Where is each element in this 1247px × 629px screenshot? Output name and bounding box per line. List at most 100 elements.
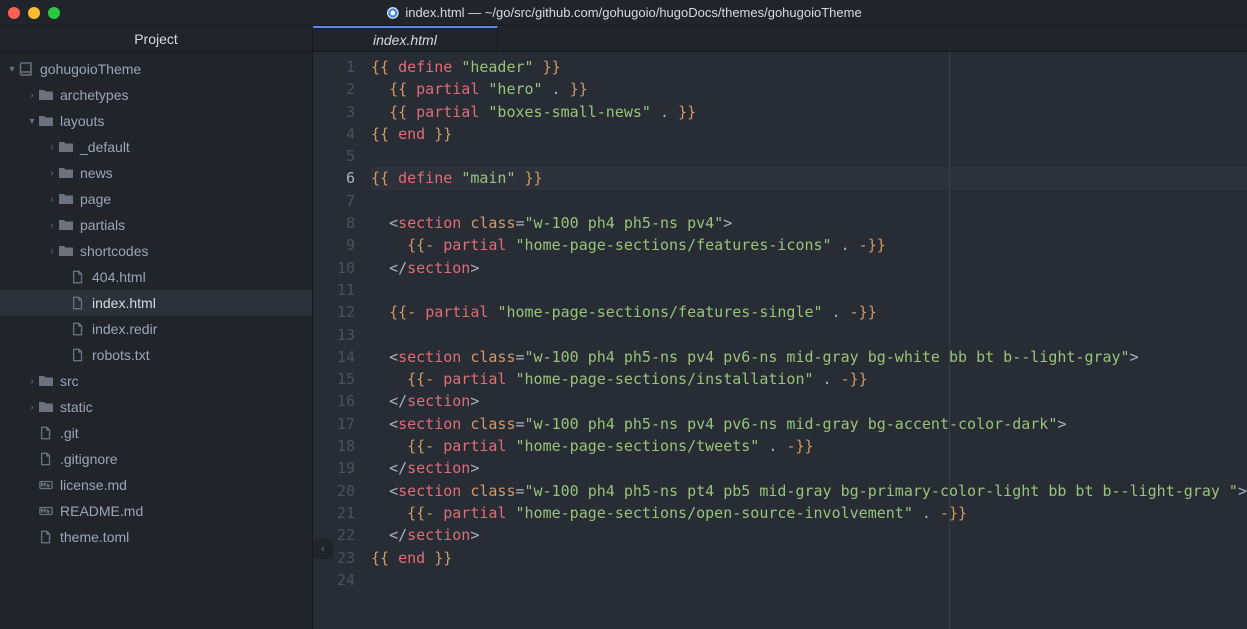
sidebar-header: Project bbox=[0, 26, 312, 52]
tree-item-static[interactable]: ›static bbox=[0, 394, 312, 420]
line-number[interactable]: 7 bbox=[313, 190, 355, 212]
chevron-icon[interactable]: › bbox=[46, 142, 58, 153]
line-number[interactable]: 10 bbox=[313, 257, 355, 279]
tree-item-src[interactable]: ›src bbox=[0, 368, 312, 394]
code-line[interactable]: <section class="w-100 ph4 ph5-ns pv4 pv6… bbox=[371, 413, 1247, 435]
code-line[interactable]: <section class="w-100 ph4 ph5-ns pt4 pb5… bbox=[371, 480, 1247, 502]
code-line[interactable]: {{- partial "home-page-sections/open-sou… bbox=[371, 502, 1247, 524]
line-number[interactable]: 14 bbox=[313, 346, 355, 368]
line-number[interactable]: 24 bbox=[313, 569, 355, 591]
code-line[interactable] bbox=[371, 324, 1247, 346]
close-window-button[interactable] bbox=[8, 7, 20, 19]
tree-item-gohugoiotheme[interactable]: ▾ gohugoioTheme bbox=[0, 56, 312, 82]
repo-icon bbox=[18, 61, 34, 77]
chevron-icon[interactable]: › bbox=[26, 402, 38, 413]
code-line[interactable]: {{ end }} bbox=[371, 547, 1247, 569]
tree-item-index-html[interactable]: index.html bbox=[0, 290, 312, 316]
code-line[interactable]: {{- partial "home-page-sections/tweets" … bbox=[371, 435, 1247, 457]
tree-item-label: archetypes bbox=[60, 87, 128, 103]
code-line[interactable]: </section> bbox=[371, 390, 1247, 412]
line-number[interactable]: 20 bbox=[313, 480, 355, 502]
tree-item-label: layouts bbox=[60, 113, 104, 129]
chevron-icon[interactable]: ▾ bbox=[26, 116, 38, 127]
code-line[interactable] bbox=[371, 569, 1247, 591]
code-line[interactable]: {{ partial "boxes-small-news" . }} bbox=[371, 101, 1247, 123]
code-line[interactable] bbox=[371, 279, 1247, 301]
code-line[interactable]: {{ end }} bbox=[371, 123, 1247, 145]
code-line[interactable]: </section> bbox=[371, 524, 1247, 546]
line-number[interactable]: 17 bbox=[313, 413, 355, 435]
code-line[interactable]: {{- partial "home-page-sections/features… bbox=[371, 301, 1247, 323]
code-line[interactable]: {{ partial "hero" . }} bbox=[371, 78, 1247, 100]
tree-item-archetypes[interactable]: › archetypes bbox=[0, 82, 312, 108]
maximize-window-button[interactable] bbox=[48, 7, 60, 19]
line-number[interactable]: 5 bbox=[313, 145, 355, 167]
tree-item-label: shortcodes bbox=[80, 243, 148, 259]
code-line[interactable]: {{ define "header" }} bbox=[371, 56, 1247, 78]
line-number[interactable]: 4 bbox=[313, 123, 355, 145]
folder-icon bbox=[58, 243, 74, 259]
tree-item-partials[interactable]: › partials bbox=[0, 212, 312, 238]
code-line[interactable]: <section class="w-100 ph4 ph5-ns pv4 pv6… bbox=[371, 346, 1247, 368]
line-number[interactable]: 11 bbox=[313, 279, 355, 301]
line-number[interactable]: 9 bbox=[313, 234, 355, 256]
line-number[interactable]: 12 bbox=[313, 301, 355, 323]
line-number[interactable]: 6 bbox=[313, 167, 355, 189]
line-number[interactable]: 15 bbox=[313, 368, 355, 390]
titlebar[interactable]: index.html — ~/go/src/github.com/gohugoi… bbox=[0, 0, 1247, 26]
line-number[interactable]: 8 bbox=[313, 212, 355, 234]
code-line[interactable]: {{- partial "home-page-sections/features… bbox=[371, 234, 1247, 256]
line-number[interactable]: 3 bbox=[313, 101, 355, 123]
tree-item-layouts[interactable]: ▾ layouts bbox=[0, 108, 312, 134]
line-number[interactable]: 19 bbox=[313, 457, 355, 479]
tree-item-shortcodes[interactable]: › shortcodes bbox=[0, 238, 312, 264]
tree-item-page[interactable]: ›page bbox=[0, 186, 312, 212]
file-icon bbox=[70, 269, 86, 285]
project-sidebar: Project ▾ gohugoioTheme › archetypes ▾ layout… bbox=[0, 26, 313, 629]
code-line[interactable]: </section> bbox=[371, 257, 1247, 279]
line-number[interactable]: 18 bbox=[313, 435, 355, 457]
editor-tabs: index.html bbox=[313, 26, 1247, 52]
tree-item--gitignore[interactable]: .gitignore bbox=[0, 446, 312, 472]
file-tree[interactable]: ▾ gohugoioTheme › archetypes ▾ layouts ›_defau… bbox=[0, 52, 312, 629]
line-number[interactable]: 1 bbox=[313, 56, 355, 78]
folder-icon bbox=[38, 399, 54, 415]
tree-item-license-md[interactable]: license.md bbox=[0, 472, 312, 498]
tab-index-html[interactable]: index.html bbox=[313, 26, 498, 51]
code-line[interactable] bbox=[371, 190, 1247, 212]
code-line[interactable] bbox=[371, 145, 1247, 167]
folder-icon bbox=[38, 373, 54, 389]
tree-item-404-html[interactable]: 404.html bbox=[0, 264, 312, 290]
chevron-icon[interactable]: › bbox=[46, 194, 58, 205]
code-line[interactable]: {{ define "main" }} bbox=[371, 167, 1247, 189]
tree-item-label: partials bbox=[80, 217, 125, 233]
line-number[interactable]: 2 bbox=[313, 78, 355, 100]
minimize-window-button[interactable] bbox=[28, 7, 40, 19]
chevron-icon[interactable]: › bbox=[46, 220, 58, 231]
chevron-icon[interactable]: › bbox=[26, 376, 38, 387]
tree-item-readme-md[interactable]: README.md bbox=[0, 498, 312, 524]
line-number[interactable]: 16 bbox=[313, 390, 355, 412]
fold-chevron-icon[interactable]: ‹ bbox=[313, 539, 333, 559]
chevron-icon[interactable]: › bbox=[26, 90, 38, 101]
folder-icon bbox=[38, 113, 54, 129]
tree-item-robots-txt[interactable]: robots.txt bbox=[0, 342, 312, 368]
chevron-icon[interactable]: ▾ bbox=[6, 64, 18, 75]
code-line[interactable]: {{- partial "home-page-sections/installa… bbox=[371, 368, 1247, 390]
code-line[interactable]: </section> bbox=[371, 457, 1247, 479]
file-icon bbox=[70, 347, 86, 363]
code-line[interactable]: <section class="w-100 ph4 ph5-ns pv4"> bbox=[371, 212, 1247, 234]
code-editor[interactable]: 123456789101112131415161718192021222324 … bbox=[313, 52, 1247, 629]
line-number[interactable]: 13 bbox=[313, 324, 355, 346]
tree-item-label: .gitignore bbox=[60, 451, 118, 467]
code-content[interactable]: {{ define "header" }} {{ partial "hero" … bbox=[371, 56, 1247, 629]
tree-item-label: gohugoioTheme bbox=[40, 61, 141, 77]
tree-item--default[interactable]: ›_default bbox=[0, 134, 312, 160]
tree-item-theme-toml[interactable]: theme.toml bbox=[0, 524, 312, 550]
tree-item--git[interactable]: .git bbox=[0, 420, 312, 446]
chevron-icon[interactable]: › bbox=[46, 168, 58, 179]
tree-item-news[interactable]: ›news bbox=[0, 160, 312, 186]
line-number[interactable]: 21 bbox=[313, 502, 355, 524]
chevron-icon[interactable]: › bbox=[46, 246, 58, 257]
tree-item-index-redir[interactable]: index.redir bbox=[0, 316, 312, 342]
